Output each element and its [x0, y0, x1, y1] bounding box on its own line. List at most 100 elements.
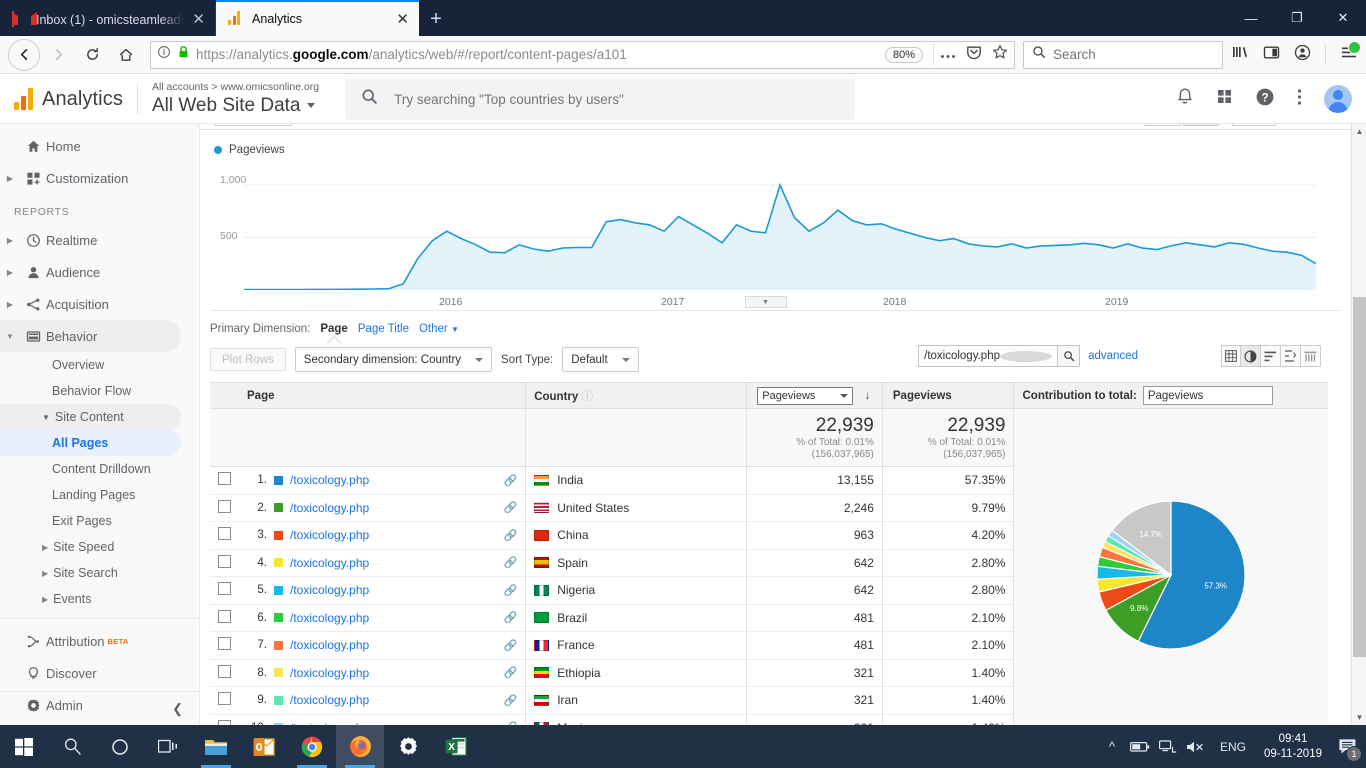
app-menu-icon[interactable] [1340, 41, 1361, 64]
search-input[interactable] [1053, 47, 1214, 62]
back-button[interactable] [8, 38, 40, 71]
chevron-right-icon[interactable]: ▶ [42, 543, 48, 552]
select-all-header[interactable] [210, 382, 239, 409]
settings-icon[interactable] [384, 725, 432, 768]
page-info-icon[interactable] [157, 45, 171, 64]
language-indicator[interactable]: ENG [1210, 740, 1256, 754]
advanced-filter-link[interactable]: advanced [1088, 350, 1138, 362]
network-icon[interactable] [1154, 725, 1182, 768]
sidebar-item-realtime[interactable]: ▶ Realtime [0, 224, 199, 256]
more-actions-icon[interactable] [940, 46, 956, 64]
chevron-right-icon[interactable]: ▶ [0, 300, 20, 309]
clock[interactable]: 09:41 09-11-2019 [1256, 732, 1330, 762]
metric-select-header[interactable]: Pageviews ↓ [746, 382, 883, 409]
row-checkbox[interactable] [218, 637, 231, 651]
volume-muted-icon[interactable] [1182, 725, 1210, 768]
bookmark-star-icon[interactable] [992, 44, 1008, 65]
contribution-select[interactable]: Pageviews [1142, 386, 1273, 405]
account-selector[interactable]: All accounts > www.omicsonline.org All W… [152, 81, 319, 117]
country-column-header[interactable]: Country ⓘ [525, 382, 747, 409]
row-checkbox-cell[interactable] [210, 631, 239, 660]
sidebar-item-site-speed[interactable]: ▶ Site Speed [0, 534, 199, 560]
row-checkbox-cell[interactable] [210, 576, 239, 605]
sidebar-item-home[interactable]: Home [0, 130, 199, 162]
row-checkbox[interactable] [218, 472, 231, 486]
sidebar-item-site-search[interactable]: ▶ Site Search [0, 560, 199, 586]
row-checkbox[interactable] [218, 554, 231, 568]
reload-button[interactable] [76, 39, 108, 71]
forward-button[interactable] [42, 39, 74, 71]
row-checkbox-cell[interactable] [210, 494, 239, 522]
open-in-new-icon[interactable]: 🔗 [504, 639, 518, 652]
file-explorer-icon[interactable] [192, 725, 240, 768]
scroll-up-arrow[interactable]: ▲ [1352, 124, 1366, 139]
sidebar-item-all-pages[interactable]: All Pages [0, 430, 181, 456]
row-checkbox-cell[interactable] [210, 521, 239, 550]
new-tab-button[interactable]: + [419, 3, 453, 36]
sidebar-item-events[interactable]: ▶ Events [0, 586, 199, 612]
row-checkbox[interactable] [218, 582, 231, 596]
row-checkbox[interactable] [218, 499, 231, 513]
row-checkbox-cell[interactable] [210, 604, 239, 632]
battery-icon[interactable] [1126, 725, 1154, 768]
sidebar-item-customization[interactable]: ▶ Customization [0, 162, 199, 194]
row-checkbox-cell[interactable] [210, 659, 239, 687]
sidebar-item-overview[interactable]: Overview [0, 352, 199, 378]
chart-control-stub-right-1[interactable] [1145, 124, 1181, 126]
sidebar-item-exit-pages[interactable]: Exit Pages [0, 508, 199, 534]
sidebar-item-behavior[interactable]: ▼ Behavior [0, 320, 181, 352]
browser-search-bar[interactable] [1023, 40, 1223, 69]
sidebar-item-discover[interactable]: Discover [0, 657, 199, 689]
open-in-new-icon[interactable]: 🔗 [504, 584, 518, 597]
avatar[interactable] [1324, 85, 1352, 113]
help-icon[interactable]: ? [1255, 87, 1275, 112]
primary-dimension-page[interactable]: Page [320, 323, 348, 335]
bell-icon[interactable] [1176, 87, 1194, 111]
chevron-down-icon[interactable]: ▼ [42, 413, 50, 422]
page-column-header[interactable]: Page [239, 382, 526, 409]
minimize-button[interactable]: — [1228, 0, 1274, 36]
sidebar-item-landing-pages[interactable]: Landing Pages [0, 482, 199, 508]
row-checkbox-cell[interactable] [210, 714, 239, 725]
scroll-down-arrow[interactable]: ▼ [1352, 710, 1366, 725]
sidebar-item-attribution[interactable]: Attribution BETA [0, 625, 199, 657]
info-icon[interactable]: ⓘ [582, 391, 594, 403]
view-name[interactable]: All Web Site Data [152, 94, 319, 117]
open-in-new-icon[interactable]: 🔗 [504, 666, 518, 679]
chart-control-stub-right-3[interactable] [1232, 124, 1276, 126]
pivot-view-icon[interactable] [1301, 345, 1321, 367]
sidebar-collapse-button[interactable]: ❮ [0, 691, 199, 725]
search-filter-button[interactable] [1058, 345, 1081, 367]
chevron-right-icon[interactable]: ▶ [42, 569, 48, 578]
sort-direction-icon[interactable]: ↓ [864, 390, 870, 402]
browser-tab-analytics[interactable]: Analytics ✕ [216, 0, 419, 36]
browser-tab-gmail[interactable]: Inbox (1) - omicsteamleads2@g ✕ [0, 3, 216, 36]
page-scrollbar[interactable]: ▲ ▼ [1351, 124, 1366, 725]
row-checkbox-cell[interactable] [210, 549, 239, 577]
sidebar-item-content-drilldown[interactable]: Content Drilldown [0, 456, 199, 482]
maximize-button[interactable]: ❐ [1274, 0, 1320, 36]
address-bar[interactable]: https://analytics.google.com/analytics/w… [150, 40, 1015, 69]
sidebar-icon[interactable] [1263, 45, 1280, 65]
scrollbar-thumb[interactable] [1353, 297, 1366, 657]
close-tab-icon[interactable]: ✕ [396, 12, 409, 27]
open-in-new-icon[interactable]: 🔗 [504, 556, 518, 569]
row-checkbox-cell[interactable] [210, 466, 239, 495]
plot-rows-button[interactable]: Plot Rows [210, 348, 286, 371]
apps-grid-icon[interactable] [1216, 88, 1233, 110]
sidebar-item-site-content[interactable]: ▼ Site Content [0, 404, 181, 430]
chevron-left-icon[interactable]: ❮ [172, 701, 183, 717]
row-checkbox[interactable] [218, 692, 231, 706]
clear-filter-icon[interactable] [1000, 350, 1053, 362]
sidebar-item-behavior-flow[interactable]: Behavior Flow [0, 378, 199, 404]
row-checkbox[interactable] [218, 609, 231, 623]
zoom-level-indicator[interactable]: 80% [884, 46, 923, 63]
sort-type-select[interactable]: Default [562, 347, 639, 372]
primary-dimension-other[interactable]: Other ▼ [419, 323, 459, 335]
metric-select[interactable]: Pageviews [757, 386, 854, 405]
cortana-icon[interactable] [96, 725, 144, 768]
analytics-search-input[interactable] [394, 91, 840, 107]
home-button[interactable] [110, 39, 142, 71]
open-in-new-icon[interactable]: 🔗 [504, 611, 518, 624]
secondary-dimension-select[interactable]: Secondary dimension: Country [294, 347, 493, 372]
